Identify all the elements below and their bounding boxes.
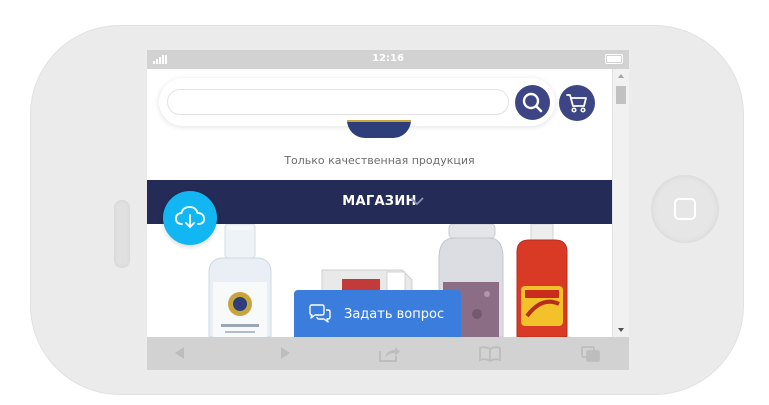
ask-question-button[interactable]: Задать вопрос	[294, 290, 461, 337]
battery-icon	[605, 54, 623, 64]
scroll-thumb[interactable]	[616, 86, 626, 104]
scroll-down-icon[interactable]	[618, 328, 624, 332]
forward-icon[interactable]	[279, 345, 293, 361]
tabs-icon[interactable]	[580, 345, 602, 363]
phone-screen: 12:16 Только качественная продукция МАГА…	[147, 50, 629, 370]
status-time: 12:16	[372, 53, 404, 64]
cart-icon	[566, 94, 587, 113]
tagline: Только качественная продукция	[284, 154, 475, 167]
home-button[interactable]	[651, 175, 719, 243]
search-bar	[159, 78, 555, 126]
search-input[interactable]	[167, 89, 509, 115]
browser-toolbar	[147, 337, 629, 370]
scrollbar[interactable]	[612, 69, 629, 337]
brand-logo[interactable]	[347, 120, 411, 138]
share-icon[interactable]	[378, 345, 402, 363]
search-button[interactable]	[515, 85, 550, 120]
home-square-icon	[674, 198, 696, 220]
phone-speaker	[114, 200, 130, 268]
cloud-download-button[interactable]	[163, 191, 217, 245]
back-icon[interactable]	[172, 345, 186, 361]
bookmarks-icon[interactable]	[478, 345, 502, 363]
status-bar: 12:16	[147, 50, 629, 69]
cloud-download-icon	[175, 206, 205, 228]
search-icon	[522, 92, 543, 113]
ask-question-label: Задать вопрос	[344, 307, 445, 322]
cart-button[interactable]	[559, 85, 595, 121]
scroll-up-icon[interactable]	[618, 74, 624, 78]
chat-bubbles-icon	[309, 304, 331, 323]
chevron-down-icon	[410, 197, 424, 206]
page-content: Только качественная продукция МАГАЗИН За…	[147, 69, 629, 337]
